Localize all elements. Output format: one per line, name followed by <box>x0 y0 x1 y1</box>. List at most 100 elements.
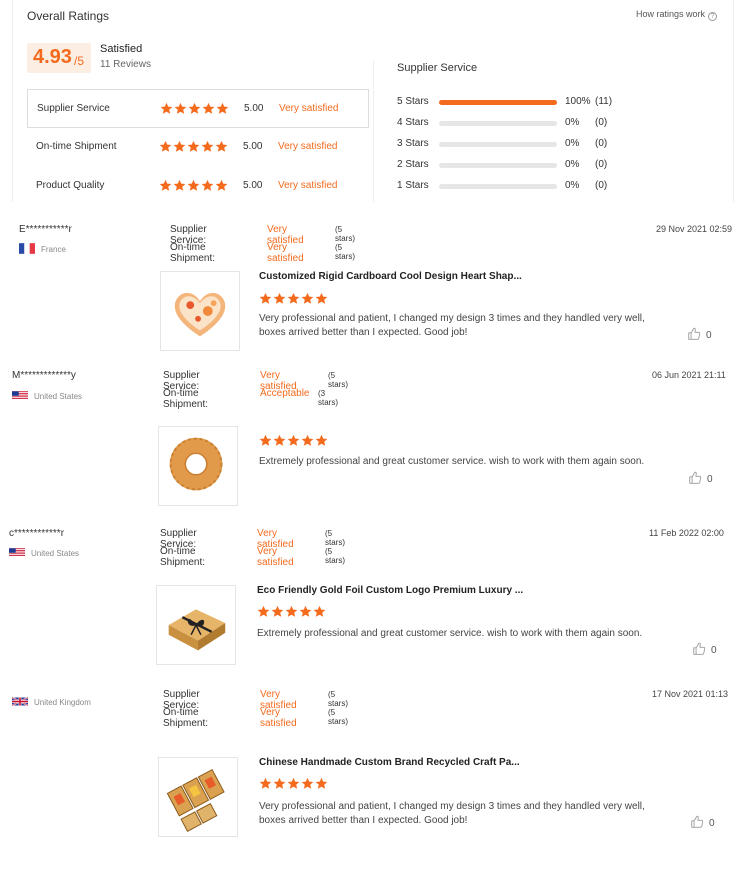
product-thumbnail[interactable] <box>160 271 240 351</box>
country-name: United States <box>34 392 83 401</box>
distribution-row: 2 Stars 0% (0) <box>397 159 727 180</box>
star-rating <box>159 140 229 158</box>
distribution-bar <box>439 163 557 168</box>
rating-text: Very satisfied <box>260 707 297 729</box>
rating-stars-count: (5 stars) <box>335 225 355 243</box>
star-icon <box>188 102 201 115</box>
rating-row-product-quality[interactable]: Product Quality 5.00 Very satisfied <box>27 167 369 206</box>
satisfaction-label: Satisfied <box>100 43 143 55</box>
distribution-count: (11) <box>595 96 613 107</box>
star-icon <box>273 777 286 790</box>
rating-category-list: Supplier Service 5.00 Very satisfied On-… <box>27 89 369 206</box>
distribution-bar <box>439 142 557 147</box>
rating-row-label[interactable]: Product Quality <box>36 180 104 191</box>
distribution-row: 4 Stars 0% (0) <box>397 117 727 138</box>
rating-stars-count: (5 stars) <box>328 708 348 726</box>
thumbs-up-icon[interactable] <box>690 815 704 829</box>
star-icon <box>301 777 314 790</box>
star-icon <box>285 605 298 618</box>
rating-stars-count: (5 stars) <box>325 547 345 565</box>
rating-text: Very satisfied <box>278 180 338 191</box>
how-ratings-work-link[interactable]: How ratings work? <box>636 9 717 21</box>
star-icon <box>173 179 186 192</box>
rating-text: Acceptable <box>260 388 310 399</box>
score-badge: 4.93 /5 <box>27 43 91 73</box>
ring-product-image[interactable] <box>159 427 237 505</box>
review-date: 29 Nov 2021 02:59 <box>656 224 733 234</box>
star-icon <box>273 292 286 305</box>
review-date: 17 Nov 2021 01:13 <box>652 689 729 699</box>
star-icon <box>301 292 314 305</box>
rating-row-label[interactable]: Supplier Service <box>37 103 110 114</box>
distribution-label: 4 Stars <box>397 117 429 128</box>
star-icon <box>271 605 284 618</box>
like-count: 0 <box>707 474 713 485</box>
reviews-count: 11 Reviews <box>100 59 151 70</box>
star-icon <box>174 102 187 115</box>
thumbs-up-icon[interactable] <box>688 471 702 485</box>
distribution-count: (0) <box>595 180 608 191</box>
distribution-row: 3 Stars 0% (0) <box>397 138 727 159</box>
review-star-rating <box>259 434 329 452</box>
like-count: 0 <box>706 330 712 341</box>
product-thumbnail[interactable] <box>158 757 238 837</box>
star-icon <box>315 292 328 305</box>
like-button[interactable]: 0 <box>688 471 713 485</box>
product-title[interactable]: Customized Rigid Cardboard Cool Design H… <box>259 271 522 282</box>
thumbs-up-icon[interactable] <box>692 642 706 656</box>
review-date: 11 Feb 2022 02:00 <box>649 528 724 538</box>
like-button[interactable]: 0 <box>692 642 717 656</box>
thumbs-up-icon[interactable] <box>687 327 701 341</box>
star-icon <box>216 102 229 115</box>
like-button[interactable]: 0 <box>687 327 712 341</box>
star-icon <box>301 434 314 447</box>
like-count: 0 <box>709 818 715 829</box>
rating-value: 5.00 <box>244 103 264 114</box>
star-icon <box>299 605 312 618</box>
craft-boxes-image[interactable] <box>159 758 237 836</box>
rating-row-label[interactable]: On-time Shipment <box>36 141 117 152</box>
reviewer-country: United Kingdom <box>12 696 91 707</box>
rating-value: 5.00 <box>243 141 263 152</box>
distribution-count: (0) <box>595 138 608 149</box>
how-ratings-work-label[interactable]: How ratings work <box>636 9 705 19</box>
star-icon <box>215 179 228 192</box>
star-icon <box>173 140 186 153</box>
distribution-label: 3 Stars <box>397 138 429 149</box>
distribution-percent: 100% <box>565 96 591 107</box>
distribution-title: Supplier Service <box>397 62 478 74</box>
distribution-row: 1 Stars 0% (0) <box>397 180 727 201</box>
product-thumbnail[interactable] <box>158 426 238 506</box>
uk-flag-icon <box>12 696 28 707</box>
review-date: 06 Jun 2021 21:11 <box>652 370 726 380</box>
star-icon <box>257 605 270 618</box>
star-icon <box>187 140 200 153</box>
rating-stars-count: (5 stars) <box>328 371 348 389</box>
heart-box-image[interactable] <box>161 272 239 350</box>
france-flag-icon <box>19 243 35 254</box>
distribution-percent: 0% <box>565 117 580 128</box>
product-thumbnail[interactable] <box>156 585 236 665</box>
rating-row-on-time-shipment[interactable]: On-time Shipment 5.00 Very satisfied <box>27 128 369 167</box>
star-icon <box>313 605 326 618</box>
gift-box-image[interactable] <box>157 586 235 664</box>
rating-key: On-time Shipment: <box>170 242 216 264</box>
rating-row-supplier-service[interactable]: Supplier Service 5.00 Very satisfied <box>27 89 369 128</box>
distribution-label: 5 Stars <box>397 96 429 107</box>
rating-text: Very satisfied <box>267 242 304 264</box>
product-title[interactable]: Eco Friendly Gold Foil Custom Logo Premi… <box>257 585 523 596</box>
product-title[interactable]: Chinese Handmade Custom Brand Recycled C… <box>259 757 520 768</box>
ratings-summary: Overall Ratings How ratings work? 4.93 /… <box>12 0 734 202</box>
review-text: Extremely professional and great custome… <box>257 628 643 639</box>
distribution-row: 5 Stars 100% (11) <box>397 96 727 117</box>
rating-value: 5.00 <box>243 180 263 191</box>
divider <box>373 60 374 202</box>
like-button[interactable]: 0 <box>690 815 715 829</box>
reviewer-country: France <box>19 243 66 254</box>
star-icon <box>187 179 200 192</box>
reviewer-name: c************r <box>9 528 65 539</box>
star-icon <box>159 140 172 153</box>
country-name: United States <box>31 549 80 558</box>
distribution-count: (0) <box>595 117 608 128</box>
question-icon[interactable]: ? <box>708 12 717 21</box>
